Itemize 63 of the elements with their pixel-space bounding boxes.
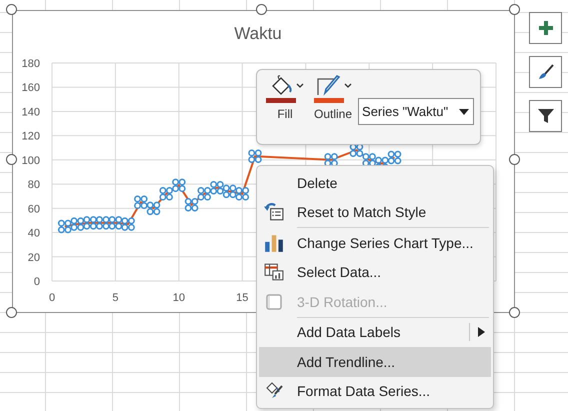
chart-styles-button[interactable]: [529, 56, 562, 88]
menu-item[interactable]: Delete: [259, 168, 491, 198]
chart-elements-button[interactable]: [529, 12, 562, 44]
selection-handle: [83, 216, 97, 230]
plus-icon: [536, 19, 554, 37]
selection-handle: [108, 216, 122, 230]
selection-handle: [210, 181, 224, 194]
resize-handle[interactable]: [509, 307, 520, 318]
selection-handle: [58, 220, 72, 234]
tick-label: 5: [112, 292, 118, 304]
tick-label: 180: [22, 58, 40, 70]
submenu-arrow-icon: [478, 327, 485, 338]
tick-label: 15: [236, 292, 248, 304]
tick-label: 80: [28, 179, 40, 192]
menu-item[interactable]: Add Trendline...: [259, 347, 491, 376]
filter-icon: [536, 107, 554, 125]
selection-handle: [96, 216, 110, 230]
selection-handle: [236, 187, 250, 201]
selection-handle: [248, 150, 262, 163]
resize-handle[interactable]: [6, 154, 17, 165]
chart-filters-button[interactable]: [529, 100, 562, 132]
brush-icon: [536, 63, 554, 81]
selection-handle: [70, 217, 84, 231]
chevron-icon: [344, 83, 352, 89]
tick-label: 140: [22, 106, 40, 118]
selection-handle: [121, 217, 135, 231]
fill-button[interactable]: Fill: [266, 75, 304, 121]
resize-handle[interactable]: [6, 4, 17, 15]
paint-brush-icon: [264, 382, 284, 400]
menu-item[interactable]: Reset to Match Style: [259, 198, 491, 227]
selection-handle: [197, 187, 211, 201]
dropdown-arrow-icon: [459, 108, 469, 114]
tick-label: 100: [22, 154, 40, 167]
selection-handle: [159, 187, 173, 201]
selection-handle: [172, 178, 186, 192]
reset-style-icon: [264, 203, 284, 222]
tick-label: 60: [28, 203, 40, 216]
chevron-icon: [296, 83, 304, 89]
tick-label: 20: [28, 252, 40, 264]
series-dropdown[interactable]: Series "Waktu": [358, 98, 474, 125]
tick-label: 120: [22, 130, 40, 143]
menu-item[interactable]: Select Data...: [259, 258, 491, 287]
tick-label: 10: [172, 292, 185, 304]
selection-handle: [222, 184, 236, 198]
selection-handle: [134, 196, 148, 210]
selection-handle: [184, 198, 198, 212]
tick-label: 40: [28, 228, 40, 240]
resize-handle[interactable]: [509, 154, 520, 165]
menu-item[interactable]: Add Data Labels: [259, 318, 491, 347]
tick-label: 160: [22, 82, 40, 94]
table-chart-icon: [264, 263, 284, 282]
resize-handle[interactable]: [509, 4, 520, 15]
tick-label: 0: [34, 276, 40, 288]
tick-label: 0: [48, 292, 56, 304]
bar-chart-icon: [264, 234, 284, 252]
menu-item[interactable]: Change Series Chart Type...: [259, 228, 491, 258]
cube-icon: [264, 292, 284, 311]
outline-button[interactable]: Outline: [314, 75, 352, 121]
menu-item[interactable]: Format Data Series...: [259, 376, 491, 406]
resize-handle[interactable]: [6, 307, 17, 318]
chart-title: Waktu: [234, 24, 282, 43]
selection-handle: [146, 202, 160, 216]
resize-handle[interactable]: [256, 4, 267, 15]
